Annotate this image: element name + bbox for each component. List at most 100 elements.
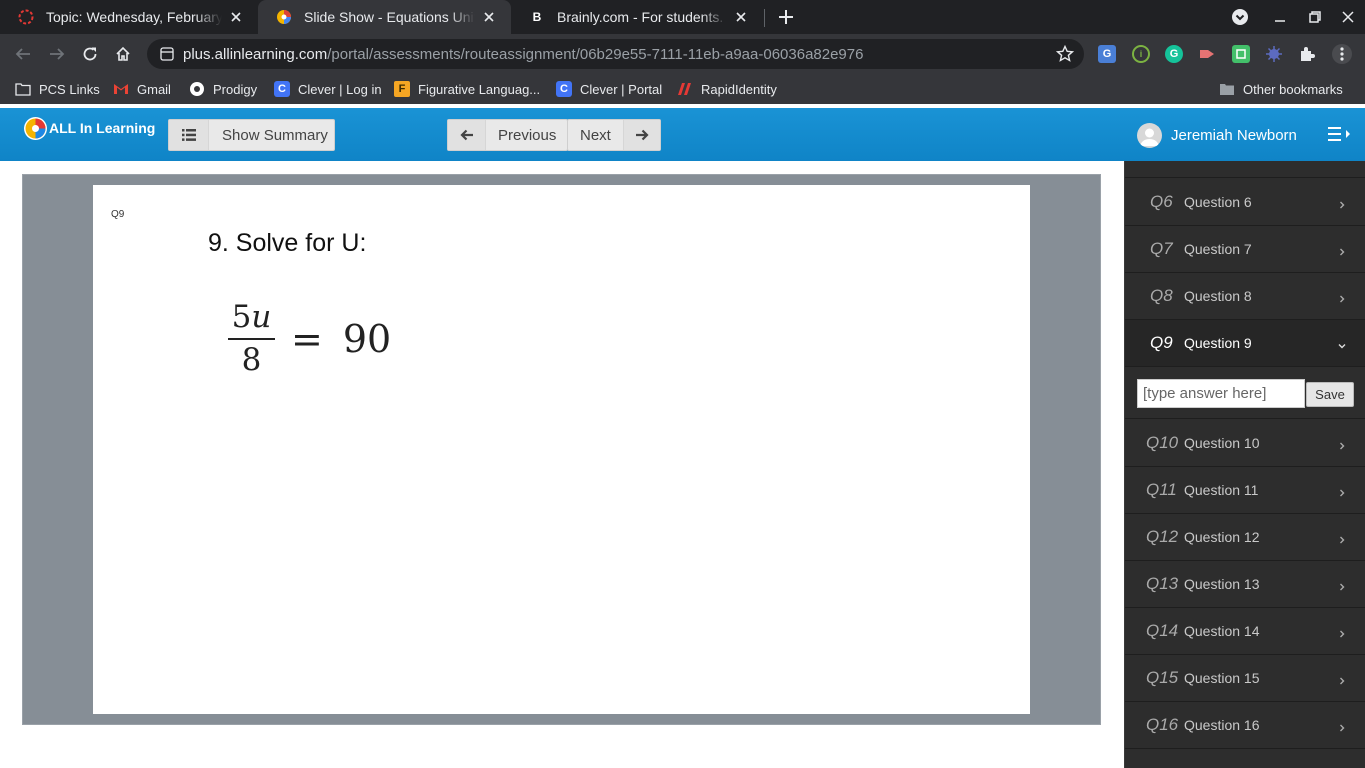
question-number: Q11 bbox=[1146, 480, 1177, 499]
close-icon[interactable] bbox=[733, 9, 749, 25]
question-item[interactable]: Q12 Question 12 bbox=[1125, 514, 1365, 561]
question-number: Q10 bbox=[1146, 433, 1179, 452]
address-bar[interactable]: plus.allinlearning.com/portal/assessment… bbox=[147, 39, 1084, 69]
question-item[interactable]: Q13 Question 13 bbox=[1125, 561, 1365, 608]
clever-icon: C bbox=[274, 81, 290, 97]
schoology-icon bbox=[18, 9, 34, 25]
bookmark-item[interactable]: RapidIdentity bbox=[677, 80, 777, 98]
brainly-icon: B bbox=[532, 10, 542, 24]
reload-icon[interactable] bbox=[78, 42, 102, 66]
restore-icon[interactable] bbox=[1303, 5, 1327, 29]
chevron-right-icon bbox=[1337, 532, 1347, 544]
browser-tab[interactable]: Topic: Wednesday, February 17, 2021 bbox=[0, 0, 258, 34]
chevron-down-icon bbox=[1337, 338, 1347, 349]
tab-title: Topic: Wednesday, February 17, 2021 bbox=[46, 9, 222, 25]
app-logo[interactable]: ALL In Learning bbox=[24, 116, 155, 140]
question-number: Q7 bbox=[1150, 239, 1173, 258]
question-item[interactable]: Q6 Question 6 bbox=[1125, 179, 1365, 226]
forward-icon[interactable] bbox=[45, 42, 69, 66]
home-icon[interactable] bbox=[111, 42, 135, 66]
question-item[interactable]: Q8 Question 8 bbox=[1125, 273, 1365, 320]
question-item[interactable]: Q16 Question 16 bbox=[1125, 702, 1365, 749]
bookmark-item[interactable]: C Clever | Portal bbox=[556, 80, 662, 98]
screencast-extension-icon[interactable] bbox=[1198, 45, 1216, 63]
more-options-icon[interactable] bbox=[1332, 44, 1352, 64]
slide-frame: Q9 9. Solve for U: 5u 8 = 90 bbox=[22, 174, 1101, 725]
browser-tab[interactable]: B Brainly.com - For students. By student… bbox=[511, 0, 763, 34]
tab-search-icon[interactable] bbox=[1228, 5, 1252, 29]
bookmark-item[interactable]: PCS Links bbox=[15, 80, 100, 98]
figurative-icon: F bbox=[394, 81, 410, 97]
extension-icon[interactable]: i bbox=[1132, 45, 1150, 63]
question-label: Question 6 bbox=[1184, 194, 1252, 210]
site-info-icon[interactable] bbox=[159, 46, 175, 62]
close-icon[interactable] bbox=[228, 9, 244, 25]
fraction-numerator: 5u bbox=[231, 299, 272, 335]
show-summary-label: Show Summary bbox=[222, 126, 328, 144]
close-window-icon[interactable] bbox=[1336, 5, 1360, 29]
extension-icon[interactable] bbox=[1265, 45, 1283, 63]
question-sidebar: Q6 Question 6 Q7 Question 7 Q8 Question 8 Q9 Qu… bbox=[1124, 161, 1365, 768]
equation: 5u 8 = 90 bbox=[228, 299, 391, 378]
question-label: Question 10 bbox=[1184, 435, 1260, 451]
new-tab-button[interactable] bbox=[774, 5, 798, 29]
hamburger-menu-icon[interactable] bbox=[1326, 125, 1354, 143]
allinlearning-logo-icon bbox=[24, 116, 47, 140]
next-label: Next bbox=[580, 126, 611, 144]
translate-extension-icon[interactable]: G bbox=[1098, 45, 1116, 63]
equation-rhs: 90 bbox=[342, 316, 392, 361]
equals-sign: = bbox=[291, 316, 323, 361]
question-item[interactable]: Q10 Question 10 bbox=[1125, 420, 1365, 467]
question-title: 9. Solve for U: bbox=[208, 229, 367, 257]
chevron-right-icon bbox=[1337, 626, 1347, 638]
bookmark-item[interactable]: Prodigy bbox=[189, 80, 257, 98]
question-label: Question 15 bbox=[1184, 670, 1260, 686]
question-number: Q15 bbox=[1146, 668, 1179, 687]
logo-text: ALL In Learning bbox=[49, 120, 156, 136]
prodigy-icon bbox=[189, 81, 205, 97]
arrow-right-icon bbox=[622, 120, 660, 150]
browser-toolbar: plus.allinlearning.com/portal/assessment… bbox=[0, 34, 1365, 74]
answer-input[interactable] bbox=[1137, 379, 1305, 408]
question-number: Q6 bbox=[1150, 192, 1173, 211]
previous-button[interactable]: Previous bbox=[447, 119, 568, 151]
extension-icon[interactable] bbox=[1232, 45, 1250, 63]
question-number: Q16 bbox=[1146, 715, 1179, 734]
save-button[interactable]: Save bbox=[1306, 382, 1354, 407]
question-label: Question 13 bbox=[1184, 576, 1260, 592]
other-bookmarks[interactable]: Other bookmarks bbox=[1219, 80, 1343, 98]
close-icon[interactable] bbox=[481, 9, 497, 25]
bookmark-item[interactable]: C Clever | Log in bbox=[274, 80, 382, 98]
app-header: ALL In Learning Show Summary Previous Ne… bbox=[0, 108, 1365, 161]
next-button[interactable]: Next bbox=[567, 119, 661, 151]
grammarly-icon[interactable]: G bbox=[1165, 45, 1183, 63]
slide: Q9 9. Solve for U: 5u 8 = 90 bbox=[93, 185, 1030, 714]
show-summary-button[interactable]: Show Summary bbox=[168, 119, 335, 151]
question-item[interactable]: Q14 Question 14 bbox=[1125, 608, 1365, 655]
bookmark-item[interactable]: F Figurative Languag... bbox=[394, 80, 540, 98]
chevron-right-icon bbox=[1337, 291, 1347, 303]
list-icon bbox=[169, 120, 209, 150]
question-label: Question 11 bbox=[1184, 482, 1259, 498]
question-item[interactable]: Q9 Question 9 bbox=[1125, 320, 1365, 367]
bookmark-item[interactable]: Gmail bbox=[113, 80, 171, 98]
back-icon[interactable] bbox=[11, 42, 35, 66]
question-number: Q9 bbox=[1150, 333, 1173, 352]
url-text: plus.allinlearning.com/portal/assessment… bbox=[183, 45, 864, 63]
browser-tab-active[interactable]: Slide Show - Equations Unit Test bbox=[258, 0, 511, 34]
minimize-icon[interactable] bbox=[1268, 5, 1292, 29]
user-menu[interactable]: Jeremiah Newborn bbox=[1137, 122, 1297, 148]
puzzle-icon[interactable] bbox=[1298, 45, 1316, 63]
slide-question-number: Q9 bbox=[111, 209, 125, 220]
chevron-right-icon bbox=[1337, 579, 1347, 591]
chevron-right-icon bbox=[1337, 197, 1347, 209]
bookmark-star-icon[interactable] bbox=[1055, 44, 1075, 63]
allinlearning-icon bbox=[276, 9, 292, 25]
arrow-left-icon bbox=[448, 120, 486, 150]
question-item[interactable]: Q7 Question 7 bbox=[1125, 226, 1365, 273]
fraction: 5u 8 bbox=[228, 299, 275, 378]
question-item[interactable]: Q15 Question 15 bbox=[1125, 655, 1365, 702]
fraction-denominator: 8 bbox=[241, 342, 262, 378]
chevron-right-icon bbox=[1337, 485, 1347, 497]
question-item[interactable]: Q11 Question 11 bbox=[1125, 467, 1365, 514]
